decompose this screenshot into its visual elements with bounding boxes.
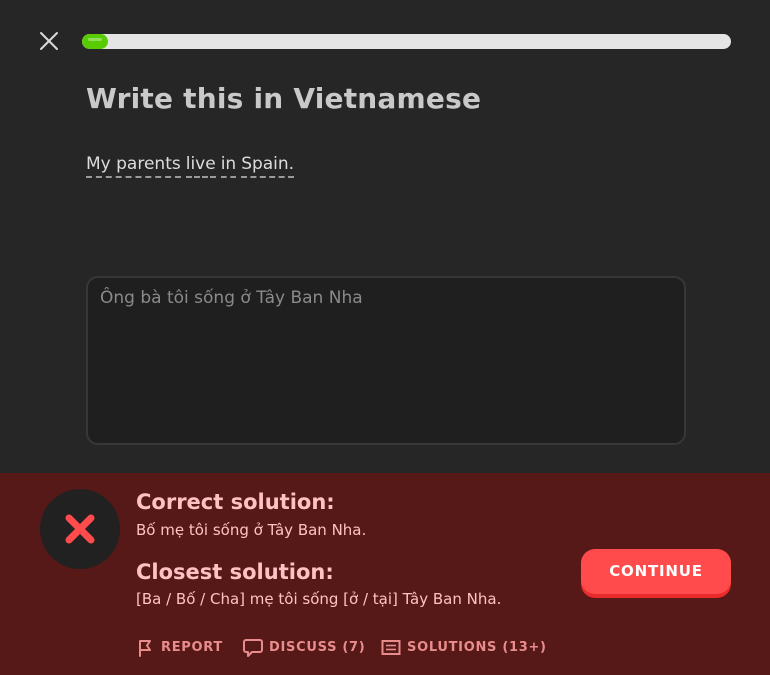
lesson-screen: Write this in Vietnamese My parents live i… xyxy=(0,0,770,675)
discuss-button[interactable]: DISCUSS (7) xyxy=(243,638,365,657)
x-mark-icon xyxy=(65,514,95,544)
report-label: REPORT xyxy=(161,640,223,655)
document-icon xyxy=(381,640,401,655)
report-button[interactable]: REPORT xyxy=(136,638,223,657)
challenge-title: Write this in Vietnamese xyxy=(86,82,482,115)
flag-icon xyxy=(139,640,151,657)
correct-solution-heading: Correct solution: xyxy=(136,490,335,514)
speech-bubble-icon xyxy=(243,639,263,657)
prompt-sentence: My parents live in Spain. xyxy=(86,154,295,178)
continue-button[interactable]: CONTINUE xyxy=(581,549,731,594)
prompt-word[interactable]: My parents xyxy=(86,154,181,178)
close-icon xyxy=(40,32,58,50)
discuss-label: DISCUSS (7) xyxy=(269,640,366,655)
progress-fill xyxy=(82,34,108,49)
prompt-word[interactable]: live xyxy=(185,154,216,178)
feedback-panel: Correct solution: Bố mẹ tôi sống ở Tây B… xyxy=(0,473,770,675)
incorrect-badge xyxy=(40,489,120,569)
solutions-button[interactable]: SOLUTIONS (13+) xyxy=(381,638,547,657)
prompt-word[interactable]: in xyxy=(220,154,237,178)
correct-solution-text: Bố mẹ tôi sống ở Tây Ban Nha. xyxy=(136,521,367,539)
close-button[interactable] xyxy=(36,28,62,54)
closest-solution-text: [Ba / Bố / Cha] mẹ tôi sống [ở / tại] Tâ… xyxy=(136,590,502,608)
lesson-progress-bar xyxy=(82,34,731,49)
answer-textarea[interactable]: Ông bà tôi sống ở Tây Ban Nha xyxy=(86,276,686,445)
prompt-word[interactable]: Spain. xyxy=(241,154,295,178)
solutions-label: SOLUTIONS (13+) xyxy=(407,640,547,655)
closest-solution-heading: Closest solution: xyxy=(136,560,334,584)
